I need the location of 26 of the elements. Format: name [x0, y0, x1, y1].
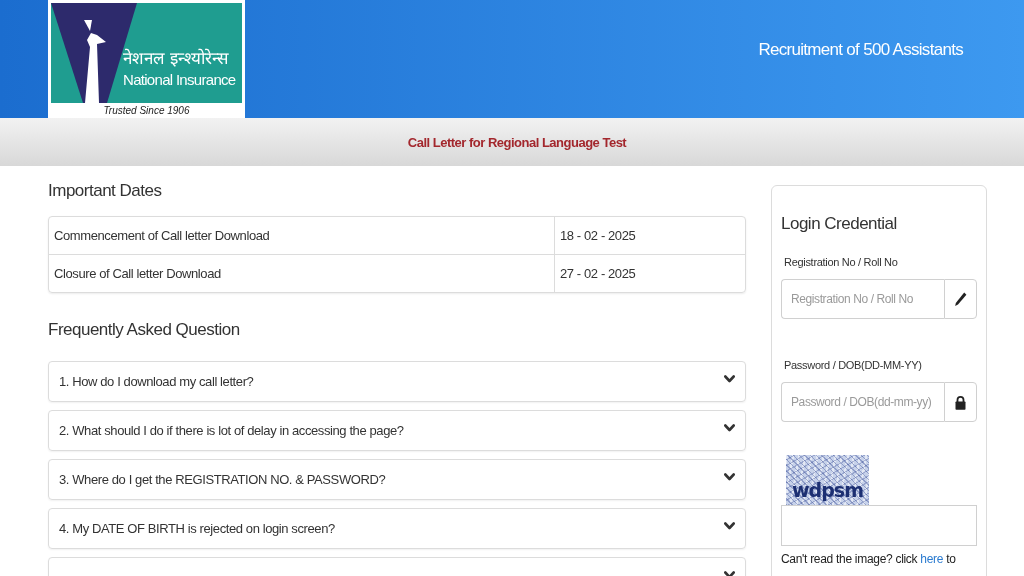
table-cell: 27 - 02 - 2025	[554, 254, 745, 292]
section-heading: Frequently Asked Question	[48, 319, 241, 341]
faq-question[interactable]: 1. How do I download my call letter?	[48, 361, 746, 402]
registration-field[interactable]: Registration No / Roll No	[781, 279, 944, 319]
faq-question[interactable]: 3. Where do I get the REGISTRATION NO. & PASSWORD?	[48, 459, 746, 500]
captcha-field[interactable]	[781, 505, 977, 546]
panel-title: Login Credential	[781, 213, 898, 235]
header-title: Recruitment of 500 Assistants	[758, 39, 963, 61]
section-heading: Important Dates	[48, 180, 163, 202]
refresh-link[interactable]: here	[920, 552, 944, 566]
password-field[interactable]: Password / DOB(dd-mm-yy)	[781, 382, 944, 422]
table-cell: 18 - 02 - 2025	[554, 217, 745, 254]
logo-name-text: National Insurance	[123, 70, 236, 90]
captcha-help-text: Can't read the image? click here to	[781, 551, 957, 567]
table-cell: Closure of Call letter Download	[49, 254, 554, 292]
faq-question[interactable]: 2. What should I do if there is lot of delay in accessing the page?	[48, 410, 746, 451]
logo-hindi-text: नेशनल इन्श्योरेन्स	[123, 47, 229, 70]
lock-icon	[954, 394, 967, 410]
field-label: Registration No / Roll No	[784, 255, 899, 269]
captcha-text: wdpsm	[792, 479, 863, 501]
logo-tagline: Trusted Since 1906	[103, 104, 190, 118]
banner-title: Call Letter for Regional Language Test	[407, 134, 627, 150]
table-cell-text: Commencement of Call letter Download	[53, 227, 271, 245]
field-label: Password / DOB(DD-MM-YY)	[784, 358, 923, 372]
pencil-icon	[954, 291, 967, 307]
faq-question[interactable]: 4. My DATE OF BIRTH is rejected on login screen?	[48, 508, 746, 549]
